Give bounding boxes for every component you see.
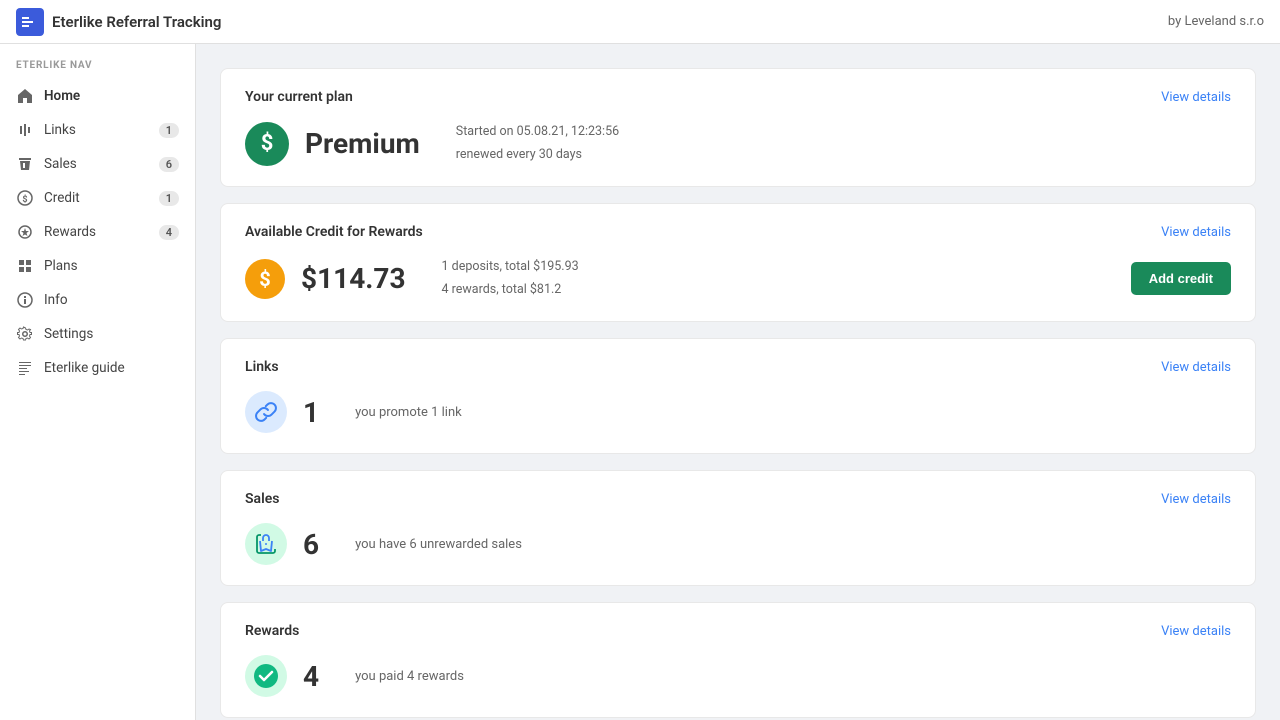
credit-card-title: Available Credit for Rewards (245, 224, 423, 240)
rewards-view-details[interactable]: View details (1161, 624, 1231, 639)
sales-count: 6 (303, 528, 319, 561)
guide-icon (16, 359, 34, 377)
credit-view-details[interactable]: View details (1161, 225, 1231, 240)
plan-icon: $ (245, 122, 289, 166)
sidebar-nav-label: ETERLIKE NAV (0, 60, 195, 79)
links-icon (16, 121, 34, 139)
sales-view-details[interactable]: View details (1161, 492, 1231, 507)
plan-card: Your current plan View details $ Premium… (220, 68, 1256, 187)
rewards-stat-icon (245, 655, 287, 697)
sidebar-label-credit: Credit (44, 190, 80, 206)
sidebar-item-plans[interactable]: Plans (0, 249, 195, 283)
credit-content: $ $114.73 1 deposits, total $195.93 4 re… (245, 256, 1231, 301)
credit-meta-line1: 1 deposits, total $195.93 (442, 256, 579, 279)
rewards-stat-content: 4 you paid 4 rewards (245, 655, 1231, 697)
dollar-sign-icon: $ (261, 131, 274, 156)
links-stat-icon (245, 391, 287, 433)
sidebar-item-home[interactable]: Home (0, 79, 195, 113)
rewards-count: 4 (303, 660, 319, 693)
sidebar-label-home: Home (44, 88, 80, 104)
credit-icon: $ (16, 189, 34, 207)
sales-card: Sales View details 6 you have 6 unreward… (220, 470, 1256, 586)
app-logo: Eterlike Referral Tracking (16, 8, 221, 36)
sidebar-label-links: Links (44, 122, 76, 138)
coin-icon: $ (259, 267, 270, 291)
topbar: Eterlike Referral Tracking by Leveland s… (0, 0, 1280, 44)
rewards-description: you paid 4 rewards (355, 669, 464, 684)
credit-card: Available Credit for Rewards View detail… (220, 203, 1256, 322)
settings-icon (16, 325, 34, 343)
credit-amount: $114.73 (301, 262, 406, 295)
home-icon (16, 87, 34, 105)
sales-stat-content: 6 you have 6 unrewarded sales (245, 523, 1231, 565)
sales-stat-icon (245, 523, 287, 565)
sales-icon (16, 155, 34, 173)
add-credit-button[interactable]: Add credit (1131, 262, 1231, 295)
sidebar-label-rewards: Rewards (44, 224, 96, 240)
links-badge: 1 (159, 123, 179, 138)
links-card-title: Links (245, 359, 279, 375)
rewards-card-title: Rewards (245, 623, 299, 639)
links-description: you promote 1 link (355, 405, 462, 420)
brand-text: by Leveland s.r.o (1168, 14, 1264, 29)
plan-meta-line1: Started on 05.08.21, 12:23:56 (456, 121, 619, 144)
plan-meta: Started on 05.08.21, 12:23:56 renewed ev… (456, 121, 619, 166)
plan-view-details[interactable]: View details (1161, 90, 1231, 105)
credit-meta: 1 deposits, total $195.93 4 rewards, tot… (442, 256, 579, 301)
sidebar: ETERLIKE NAV Home Links 1 Sales 6 (0, 44, 196, 720)
links-card-header: Links View details (245, 359, 1231, 375)
links-view-details[interactable]: View details (1161, 360, 1231, 375)
sidebar-label-sales: Sales (44, 156, 77, 172)
sidebar-label-plans: Plans (44, 258, 78, 274)
plan-card-header: Your current plan View details (245, 89, 1231, 105)
rewards-card-header: Rewards View details (245, 623, 1231, 639)
sidebar-item-info[interactable]: Info (0, 283, 195, 317)
links-card: Links View details 1 you promote 1 link (220, 338, 1256, 454)
sales-description: you have 6 unrewarded sales (355, 537, 522, 552)
sidebar-label-settings: Settings (44, 326, 93, 342)
links-count: 1 (303, 396, 319, 429)
rewards-icon (16, 223, 34, 241)
credit-badge: 1 (159, 191, 179, 206)
info-icon (16, 291, 34, 309)
main-content: Your current plan View details $ Premium… (196, 44, 1280, 720)
sidebar-item-sales[interactable]: Sales 6 (0, 147, 195, 181)
sales-card-title: Sales (245, 491, 279, 507)
app-name: Eterlike Referral Tracking (52, 13, 221, 31)
sidebar-item-credit[interactable]: $ Credit 1 (0, 181, 195, 215)
sidebar-label-guide: Eterlike guide (44, 360, 125, 376)
sidebar-item-rewards[interactable]: Rewards 4 (0, 215, 195, 249)
logo-icon (16, 8, 44, 36)
plan-content: $ Premium Started on 05.08.21, 12:23:56 … (245, 121, 1231, 166)
links-stat-content: 1 you promote 1 link (245, 391, 1231, 433)
sales-card-header: Sales View details (245, 491, 1231, 507)
credit-coin-icon: $ (245, 259, 285, 299)
plans-icon (16, 257, 34, 275)
sidebar-item-links[interactable]: Links 1 (0, 113, 195, 147)
rewards-card: Rewards View details 4 you paid 4 reward… (220, 602, 1256, 718)
credit-card-header: Available Credit for Rewards View detail… (245, 224, 1231, 240)
credit-meta-line2: 4 rewards, total $81.2 (442, 279, 579, 302)
sidebar-item-settings[interactable]: Settings (0, 317, 195, 351)
sales-badge: 6 (159, 157, 179, 172)
rewards-badge: 4 (159, 225, 179, 240)
sidebar-label-info: Info (44, 292, 68, 308)
plan-name: Premium (305, 127, 420, 160)
plan-meta-line2: renewed every 30 days (456, 144, 619, 167)
plan-card-title: Your current plan (245, 89, 353, 105)
svg-text:$: $ (22, 194, 27, 205)
sidebar-item-guide[interactable]: Eterlike guide (0, 351, 195, 385)
